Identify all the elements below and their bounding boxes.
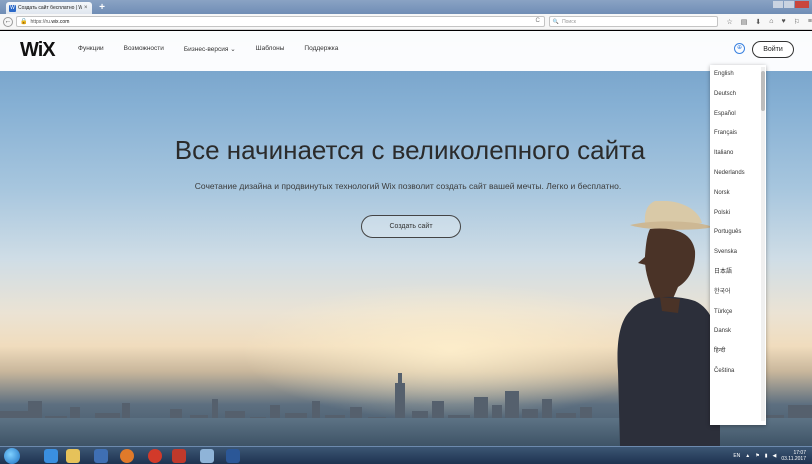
clipboard-icon[interactable]: ▤ xyxy=(741,18,748,26)
wix-logo[interactable]: WiX xyxy=(20,39,56,62)
language-globe-icon[interactable]: ⊕ xyxy=(734,43,745,54)
dropdown-scrollbar[interactable] xyxy=(761,67,765,421)
main-menu: Функции Возможности Бизнес-версия ⌄ Шабл… xyxy=(78,45,338,53)
window-controls xyxy=(773,1,809,8)
browser-navbar: ← 🔒 https://ru.wix.com C 🔍 Поиск ☆ ▤ ⬇ ⌂… xyxy=(0,14,812,30)
explorer-icon[interactable] xyxy=(66,449,80,463)
ie-icon[interactable] xyxy=(44,449,58,463)
reload-icon[interactable]: C xyxy=(535,18,539,24)
start-button[interactable] xyxy=(4,448,20,464)
language-option[interactable]: Norsk xyxy=(710,184,766,204)
media-player-icon[interactable] xyxy=(94,449,108,463)
language-option[interactable]: 한국어 xyxy=(710,283,766,303)
menu-item-features[interactable]: Функции xyxy=(78,45,104,53)
wix-favicon-icon: W xyxy=(9,4,16,12)
search-icon: 🔍 xyxy=(552,18,560,25)
windows-taskbar: EN ▲ ⚑ ▮ ◀ 17:07 03.11.2017 xyxy=(0,446,812,464)
lock-icon: 🔒 xyxy=(19,19,28,25)
minimize-button[interactable] xyxy=(773,1,783,8)
language-option[interactable]: Français xyxy=(710,124,766,144)
browser-toolbar: ☆ ▤ ⬇ ⌂ ♥ ⚐ ≡ xyxy=(726,18,812,26)
man-in-hat-image xyxy=(617,201,720,446)
tray-expand-icon[interactable]: ▲ xyxy=(745,453,750,459)
language-option[interactable]: Español xyxy=(710,105,766,125)
back-arrow-icon[interactable]: ← xyxy=(3,16,13,27)
opera-icon[interactable] xyxy=(148,449,162,463)
language-option[interactable]: Svenska xyxy=(710,243,766,263)
share-icon[interactable]: ⚐ xyxy=(794,18,800,26)
home-icon[interactable]: ⌂ xyxy=(769,18,773,26)
search-input[interactable]: 🔍 Поиск xyxy=(548,16,719,27)
web-page: WiX Функции Возможности Бизнес-версия ⌄ … xyxy=(0,31,812,446)
flag-icon[interactable]: ⚑ xyxy=(755,453,759,459)
hero-subtitle: Сочетание дизайна и продвинутых технолог… xyxy=(194,181,622,191)
address-bar[interactable]: 🔒 https://ru.wix.com C xyxy=(15,16,545,27)
folder-icon[interactable] xyxy=(200,449,214,463)
create-site-button[interactable]: Создать сайт xyxy=(361,215,461,238)
word-icon[interactable] xyxy=(226,449,240,463)
language-option[interactable]: Nederlands xyxy=(710,164,766,184)
hero-title: Все начинается с великолепного сайта xyxy=(174,135,646,165)
input-language[interactable]: EN xyxy=(733,453,740,459)
tab-title: Создать сайт бесплатно | W xyxy=(18,5,82,11)
tab-close-icon[interactable]: × xyxy=(84,5,88,11)
login-button[interactable]: Войти xyxy=(752,41,794,58)
close-window-button[interactable] xyxy=(795,1,809,8)
menu-icon[interactable]: ≡ xyxy=(808,18,812,26)
menu-item-support[interactable]: Поддержка xyxy=(304,45,338,53)
volume-icon[interactable]: ◀ xyxy=(772,453,776,459)
browser-tabstrip: W Создать сайт бесплатно | W × + xyxy=(0,0,812,14)
download-icon[interactable]: ⬇ xyxy=(755,18,761,26)
browser-tab[interactable]: W Создать сайт бесплатно | W × xyxy=(6,2,92,14)
new-tab-button[interactable]: + xyxy=(96,3,108,13)
language-option[interactable]: Deutsch xyxy=(710,85,766,105)
system-tray: EN ▲ ⚑ ▮ ◀ 17:07 03.11.2017 xyxy=(733,450,806,462)
clock[interactable]: 17:07 03.11.2017 xyxy=(781,450,806,462)
menu-item-templates[interactable]: Шаблоны xyxy=(256,45,285,53)
maximize-button[interactable] xyxy=(784,1,794,8)
pocket-icon[interactable]: ♥ xyxy=(781,18,785,26)
menu-item-business[interactable]: Бизнес-версия ⌄ xyxy=(184,45,236,53)
language-option[interactable]: हिन्दी xyxy=(710,342,766,362)
app-icon[interactable] xyxy=(172,449,186,463)
language-option[interactable]: Čeština xyxy=(710,362,766,382)
dropdown-scroll-thumb[interactable] xyxy=(761,71,765,111)
language-option[interactable]: Português xyxy=(710,223,766,243)
url-text: https://ru.wix.com xyxy=(30,18,70,25)
firefox-icon[interactable] xyxy=(120,449,134,463)
language-dropdown: English Deutsch Español Français Italian… xyxy=(710,65,766,425)
menu-item-explore[interactable]: Возможности xyxy=(124,45,164,53)
language-option[interactable]: English xyxy=(710,65,766,85)
site-header: WiX Функции Возможности Бизнес-версия ⌄ … xyxy=(0,31,812,71)
language-option[interactable]: Polski xyxy=(710,204,766,224)
search-placeholder: Поиск xyxy=(562,18,576,25)
network-icon[interactable]: ▮ xyxy=(765,453,768,459)
language-option[interactable]: 日本語 xyxy=(710,263,766,283)
bookmark-star-icon[interactable]: ☆ xyxy=(726,18,732,26)
language-option[interactable]: Italiano xyxy=(710,144,766,164)
language-option[interactable]: Dansk xyxy=(710,322,766,342)
language-option[interactable]: Türkçe xyxy=(710,303,766,323)
